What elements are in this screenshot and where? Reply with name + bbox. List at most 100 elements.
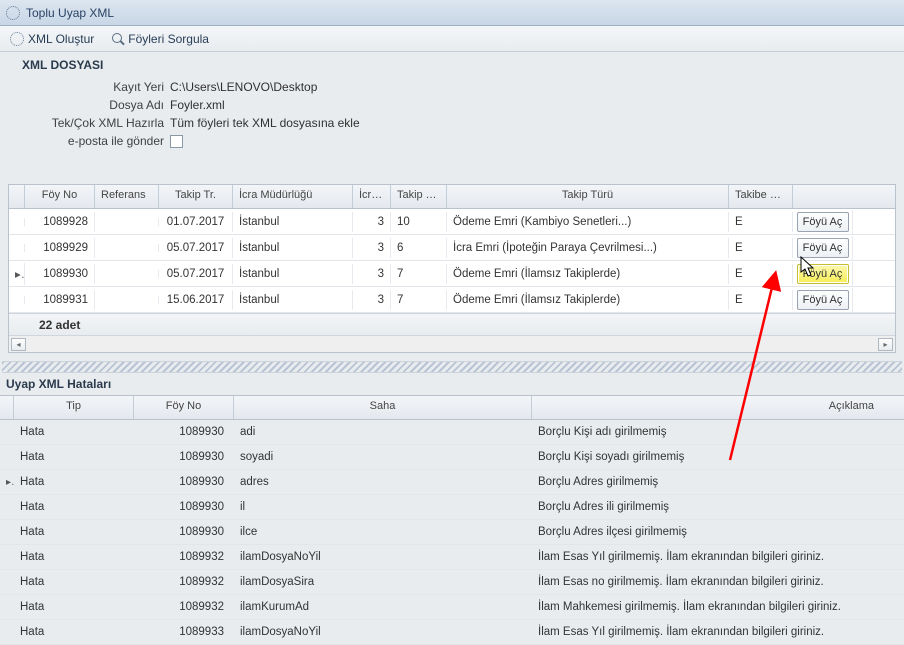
cell-tip: Hata — [14, 522, 134, 542]
cell-takip-tr: 05.07.2017 — [159, 264, 233, 284]
value-dosya-adi[interactable]: Foyler.xml — [170, 98, 225, 112]
cell-icra-mud: İstanbul — [233, 290, 353, 310]
col-takip-t[interactable]: Takip T... — [391, 185, 447, 208]
col-icra[interactable]: İcra ... — [353, 185, 391, 208]
foyleri-sorgula-label: Föyleri Sorgula — [128, 32, 209, 46]
cell-foyno: 1089933 — [134, 622, 234, 642]
cell-aciklama: Borçlu Kişi adı girilmemiş — [532, 422, 904, 442]
app-icon — [6, 6, 20, 20]
label-dosya-adi: Dosya Adı — [10, 98, 170, 112]
scroll-left-icon[interactable]: ◂ — [11, 338, 26, 351]
foyu-ac-button[interactable]: Föyü Aç — [797, 238, 849, 258]
cell-tip: Hata — [14, 472, 134, 492]
cell-saha: ilce — [234, 522, 532, 542]
window-title: Toplu Uyap XML — [26, 6, 114, 20]
cell-aciklama: Borçlu Adres ili girilmemiş — [532, 497, 904, 517]
pane-splitter[interactable] — [2, 361, 902, 373]
col-takip-turu[interactable]: Takip Türü — [447, 185, 729, 208]
row-indicator — [9, 296, 25, 304]
value-kayit-yeri[interactable]: C:\Users\LENOVO\Desktop — [170, 80, 317, 94]
cell-saha: il — [234, 497, 532, 517]
errors-grid-header: Tip Föy No Saha Açıklama — [0, 396, 904, 420]
cell-foy-no: 1089929 — [25, 238, 95, 258]
cell-takip-turu: Ödeme Emri (Kambiyo Senetleri...) — [447, 212, 729, 232]
errors-grid: Tip Föy No Saha Açıklama Hata1089930adiB… — [0, 395, 904, 645]
cell-foyno: 1089930 — [134, 422, 234, 442]
cell-saha: ilamDosyaNoYil — [234, 547, 532, 567]
xml-dosyasi-section-label: XML DOSYASI — [0, 52, 904, 78]
cell-tip: Hata — [14, 422, 134, 442]
foy-grid: Föy No Referans Takip Tr. İcra Müdürlüğü… — [8, 184, 896, 353]
error-row[interactable]: Hata1089930ilBorçlu Adres ili girilmemiş — [0, 495, 904, 520]
cell-aciklama: Borçlu Kişi soyadı girilmemiş — [532, 447, 904, 467]
cell-aciklama: İlam Esas Yıl girilmemiş. İlam ekranında… — [532, 622, 904, 642]
col-tip[interactable]: Tip — [14, 396, 134, 419]
row-indicator — [9, 218, 25, 226]
cell-takibe-ge: E — [729, 212, 793, 232]
cell-saha: adres — [234, 472, 532, 492]
row-indicator — [9, 244, 25, 252]
foyu-ac-button[interactable]: Föyü Aç — [797, 290, 849, 310]
search-icon — [112, 33, 124, 45]
form-area: Kayıt Yeri C:\Users\LENOVO\Desktop Dosya… — [0, 78, 904, 158]
col-takibe-ge[interactable]: Takibe Ge... — [729, 185, 793, 208]
value-tekcok[interactable]: Tüm föyleri tek XML dosyasına ekle — [170, 116, 360, 130]
col-aciklama[interactable]: Açıklama — [532, 396, 904, 419]
error-row[interactable]: Hata1089933ilamDosyaNoYilİlam Esas Yıl g… — [0, 620, 904, 645]
error-row[interactable]: Hata1089930soyadiBorçlu Kişi soyadı giri… — [0, 445, 904, 470]
cell-foyno: 1089932 — [134, 597, 234, 617]
table-row[interactable]: 108993115.06.2017İstanbul37Ödeme Emri (İ… — [9, 287, 895, 313]
table-row[interactable]: 108992801.07.2017İstanbul310Ödeme Emri (… — [9, 209, 895, 235]
col-icra-mudurlugu[interactable]: İcra Müdürlüğü — [233, 185, 353, 208]
cell-referans — [95, 218, 159, 226]
error-row[interactable]: ▸Hata1089930adresBorçlu Adres girilmemiş — [0, 470, 904, 495]
row-indicator — [0, 503, 14, 511]
foyleri-sorgula-button[interactable]: Föyleri Sorgula — [108, 30, 213, 48]
cell-foyno: 1089930 — [134, 472, 234, 492]
col-foy-no[interactable]: Föy No — [25, 185, 95, 208]
scroll-right-icon[interactable]: ▸ — [878, 338, 893, 351]
cell-referans — [95, 244, 159, 252]
row-indicator — [0, 553, 14, 561]
cell-takibe-ge: E — [729, 290, 793, 310]
cell-foyno: 1089930 — [134, 522, 234, 542]
cell-takip-tr: 15.06.2017 — [159, 290, 233, 310]
cell-aciklama: Borçlu Adres girilmemiş — [532, 472, 904, 492]
row-indicator — [0, 578, 14, 586]
eposta-checkbox[interactable] — [170, 135, 183, 148]
errors-title: Uyap XML Hataları — [0, 373, 904, 395]
cell-aciklama: Borçlu Adres ilçesi girilmemiş — [532, 522, 904, 542]
foyu-ac-button[interactable]: Föyü Aç — [797, 212, 849, 232]
xml-create-button[interactable]: XML Oluştur — [6, 30, 98, 48]
error-row[interactable]: Hata1089930ilceBorçlu Adres ilçesi giril… — [0, 520, 904, 545]
error-row[interactable]: Hata1089932ilamKurumAdİlam Mahkemesi gir… — [0, 595, 904, 620]
cell-foyno: 1089930 — [134, 447, 234, 467]
table-row[interactable]: ▸108993005.07.2017İstanbul37Ödeme Emri (… — [9, 261, 895, 287]
row-indicator: ▸ — [9, 263, 25, 285]
cell-icra-mud: İstanbul — [233, 264, 353, 284]
foy-grid-hscroll[interactable]: ◂ ▸ — [9, 335, 895, 352]
cell-foyno: 1089932 — [134, 547, 234, 567]
col-saha[interactable]: Saha — [234, 396, 532, 419]
cell-takip-t: 7 — [391, 290, 447, 310]
label-tekcok: Tek/Çok XML Hazırla — [10, 116, 170, 130]
col-referans[interactable]: Referans — [95, 185, 159, 208]
col-takip-tr[interactable]: Takip Tr. — [159, 185, 233, 208]
cell-takip-tr: 05.07.2017 — [159, 238, 233, 258]
error-row[interactable]: Hata1089932ilamDosyaSiraİlam Esas no gir… — [0, 570, 904, 595]
col-err-foyno[interactable]: Föy No — [134, 396, 234, 419]
cell-icra-mud: İstanbul — [233, 212, 353, 232]
cell-saha: ilamDosyaNoYil — [234, 622, 532, 642]
foyu-ac-button[interactable]: Föyü Aç — [797, 264, 849, 284]
table-row[interactable]: 108992905.07.2017İstanbul36İcra Emri (İp… — [9, 235, 895, 261]
cell-tip: Hata — [14, 447, 134, 467]
cell-referans — [95, 296, 159, 304]
cell-tip: Hata — [14, 622, 134, 642]
cell-saha: ilamDosyaSira — [234, 572, 532, 592]
error-row[interactable]: Hata1089930adiBorçlu Kişi adı girilmemiş — [0, 420, 904, 445]
cell-takip-turu: Ödeme Emri (İlamsız Takiplerde) — [447, 264, 729, 284]
error-row[interactable]: Hata1089932ilamDosyaNoYilİlam Esas Yıl g… — [0, 545, 904, 570]
cell-tip: Hata — [14, 547, 134, 567]
row-indicator — [0, 628, 14, 636]
row-indicator — [0, 428, 14, 436]
